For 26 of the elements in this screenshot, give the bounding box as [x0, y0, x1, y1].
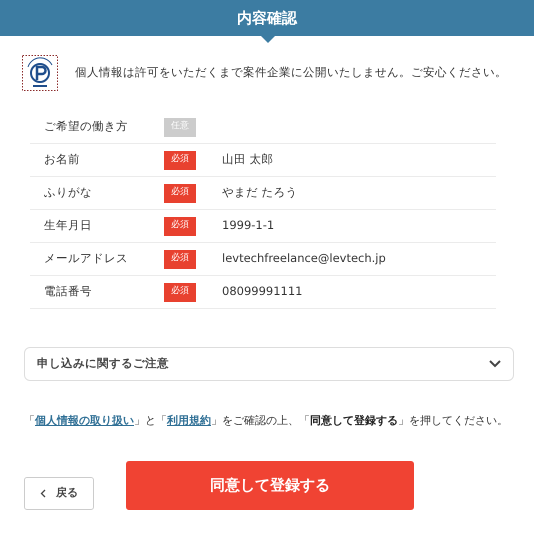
page-title: 内容確認	[237, 8, 297, 29]
field-label: メールアドレス	[43, 250, 129, 268]
policy-link[interactable]: 利用規約	[167, 414, 211, 427]
field-label: ご希望の働き方	[43, 118, 129, 136]
field-value: levtechfreelance@levtech.jp	[222, 250, 386, 268]
requirement-badge: 必須	[164, 216, 196, 236]
field-value: やまだ たろう	[222, 184, 298, 202]
requirement-badge: 必須	[164, 184, 196, 202]
privacy-notice: 個人情報は許可をいただくまで案件企業に公開いたしません。ご安心ください。	[75, 64, 507, 82]
back-button[interactable]: 戻る	[24, 476, 94, 510]
field-label: 電話番号	[43, 283, 93, 300]
requirement-badge: 必須	[164, 250, 196, 268]
policy-link[interactable]: 個人情報の取り扱い	[35, 414, 134, 427]
field-label: お名前	[43, 151, 81, 168]
privacy-mark-icon	[22, 55, 58, 91]
consent-text: 「個人情報の取り扱い」と「利用規約」をご確認の上、「同意して登録する」を押してください。	[24, 413, 509, 429]
submit-button[interactable]: 同意して登録する	[126, 460, 414, 510]
field-value: 1999-1-1	[222, 217, 274, 234]
field-label: 生年月日	[43, 217, 93, 234]
field-value: 山田 太郎	[222, 151, 274, 168]
chevron-left-icon	[40, 488, 46, 498]
requirement-badge: 必須	[164, 282, 196, 302]
notice-accordion[interactable]: 申し込みに関するご注意	[24, 347, 514, 381]
field-value: 08099991111	[222, 283, 302, 300]
requirement-badge: 必須	[164, 150, 196, 170]
field-label: ふりがな	[43, 184, 93, 202]
